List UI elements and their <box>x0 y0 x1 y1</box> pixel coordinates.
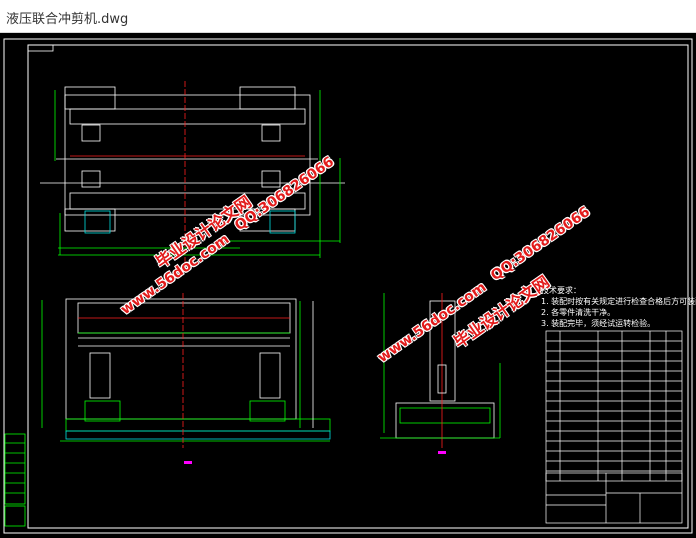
drawing-canvas[interactable]: 技术要求： 1. 装配时按有关规定进行检查合格后方可装配。 2. 各零件清洗干净… <box>0 33 696 538</box>
front-view <box>41 293 331 464</box>
technical-note-2: 2. 各零件清洗干净。 <box>541 308 616 317</box>
title-block <box>545 472 683 524</box>
technical-note-3: 3. 装配完毕，须经试运转检验。 <box>541 319 656 328</box>
left-margin-table <box>4 433 26 527</box>
technical-notes: 技术要求： 1. 装配时按有关规定进行检查合格后方可装配。 2. 各零件清洗干净… <box>541 285 696 329</box>
document-title: 液压联合冲剪机.dwg <box>6 12 129 27</box>
title-bar: 液压联合冲剪机.dwg <box>0 0 696 33</box>
parts-list <box>545 330 683 482</box>
technical-note-1: 1. 装配时按有关规定进行检查合格后方可装配。 <box>541 297 696 306</box>
technical-notes-heading: 技术要求： <box>541 286 581 295</box>
